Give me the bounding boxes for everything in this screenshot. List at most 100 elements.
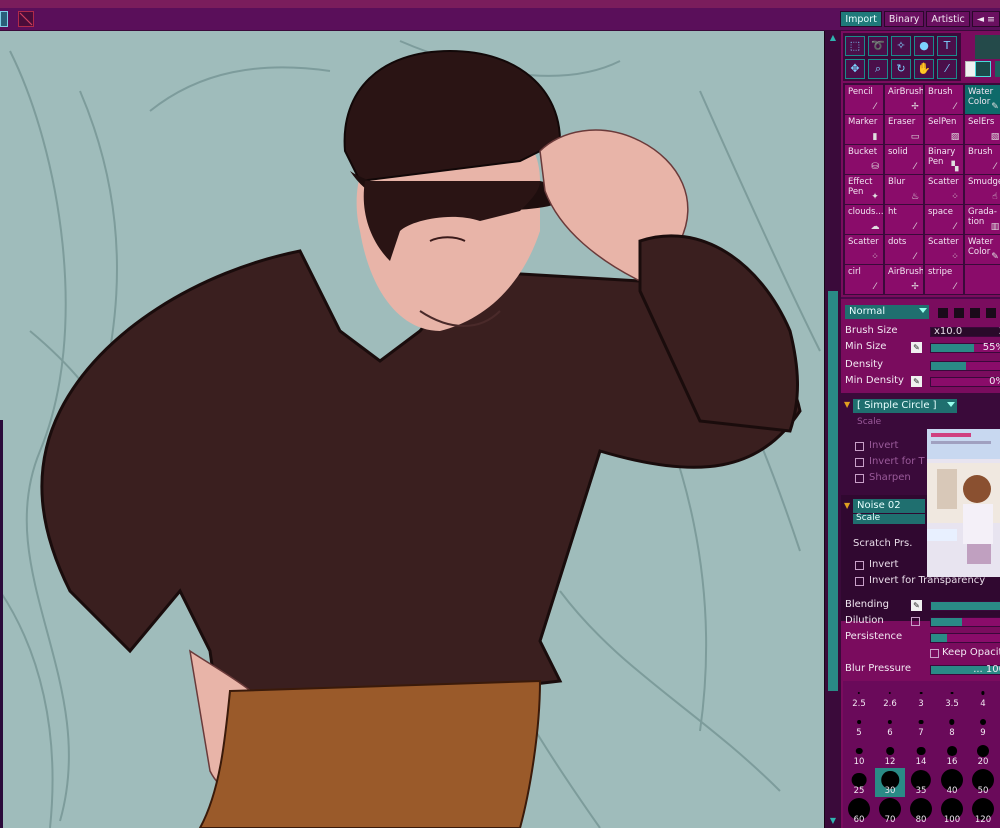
pen-pressure-icon[interactable]: ✎ <box>911 600 922 611</box>
brush-item[interactable]: Blur ♨ <box>885 175 923 204</box>
brush-item[interactable]: cirl ⁄ <box>845 265 883 294</box>
size-preset[interactable]: 5 <box>844 710 874 739</box>
brush-shape-select[interactable]: [ Simple Circle ] <box>853 399 957 413</box>
texture-select[interactable]: Noise 02 <box>853 499 925 513</box>
size-preset[interactable]: 40 <box>937 768 967 797</box>
secondary-color-swatch[interactable] <box>975 61 991 77</box>
size-preset[interactable]: 35 <box>906 768 936 797</box>
eyedropper-icon[interactable]: ⁄ <box>937 59 957 79</box>
tab-menu[interactable]: ◄ ≡ <box>971 11 1000 27</box>
expand-arrow-icon[interactable]: ▼ <box>844 501 850 510</box>
drawing-canvas[interactable] <box>0 31 824 828</box>
brush-item[interactable]: dots ⁄ <box>885 235 923 264</box>
brush-item[interactable]: Smudge ☝ <box>965 175 1000 204</box>
brush-shape-medium-icon[interactable] <box>954 308 964 318</box>
density-slider[interactable] <box>930 361 1000 371</box>
slash-tool-icon[interactable] <box>18 11 34 27</box>
shape-invert-checkbox[interactable] <box>855 442 864 451</box>
pen-pressure-icon[interactable]: ✎ <box>911 376 922 387</box>
tab-import[interactable]: Import <box>840 11 882 27</box>
brush-item[interactable]: Scatter ⁘ <box>845 235 883 264</box>
size-preset[interactable]: 4 <box>968 681 998 710</box>
size-preset[interactable]: 20 <box>968 739 998 768</box>
brush-item[interactable]: Effect Pen ✦ <box>845 175 883 204</box>
size-preset[interactable]: 3.5 <box>937 681 967 710</box>
brush-item[interactable]: Bucket ⛁ <box>845 145 883 174</box>
brush-item[interactable]: Grada-tion ▥ <box>965 205 1000 234</box>
size-preset[interactable]: 60 <box>844 797 874 826</box>
size-preset[interactable]: 3 <box>906 681 936 710</box>
blend-mode-select[interactable]: Normal <box>845 305 929 319</box>
tab-artistic[interactable]: Artistic <box>926 11 970 27</box>
layer-thumb-icon[interactable] <box>0 11 8 27</box>
keep-opacity-checkbox[interactable] <box>930 649 939 658</box>
transparent-color-swatch[interactable] <box>995 61 1000 77</box>
brush-shape-square-icon[interactable] <box>986 308 996 318</box>
brush-item[interactable]: SelPen ▨ <box>925 115 963 144</box>
brush-item[interactable]: space ⁄ <box>925 205 963 234</box>
brush-item[interactable]: SelErs ▧ <box>965 115 1000 144</box>
size-preset[interactable]: 9 <box>968 710 998 739</box>
size-preset[interactable]: 120 <box>968 797 998 826</box>
lasso-icon[interactable]: ➰ <box>868 36 888 56</box>
size-preset[interactable]: 12 <box>875 739 905 768</box>
brush-shape-hard-icon[interactable] <box>970 308 980 318</box>
shape-sharpen-checkbox[interactable] <box>855 474 864 483</box>
brush-item[interactable]: Brush ⁄ <box>965 145 1000 174</box>
size-preset[interactable]: 8 <box>937 710 967 739</box>
size-preset[interactable]: 10 <box>844 739 874 768</box>
size-preset[interactable]: 2.5 <box>844 681 874 710</box>
size-preset[interactable]: 70 <box>875 797 905 826</box>
brush-item[interactable]: Binary Pen ▚ <box>925 145 963 174</box>
tab-binary[interactable]: Binary <box>883 11 925 27</box>
texture-invert-checkbox[interactable] <box>855 561 864 570</box>
brush-shape-soft-icon[interactable] <box>938 308 948 318</box>
scroll-up-icon[interactable]: ▲ <box>828 33 838 43</box>
brush-item[interactable]: clouds... ☁ <box>845 205 883 234</box>
size-preset[interactable]: 16 <box>937 739 967 768</box>
rotate-icon[interactable]: ↻ <box>891 59 911 79</box>
min-size-slider[interactable]: 55% <box>930 343 1000 353</box>
zoom-icon[interactable]: ⌕ <box>868 59 888 79</box>
size-preset[interactable]: 30 <box>875 768 905 797</box>
rect-select-icon[interactable]: ⬚ <box>845 36 865 56</box>
brush-item[interactable]: AirBrush ✢ <box>885 265 923 294</box>
brush-item[interactable]: Scatter ⁘ <box>925 235 963 264</box>
persistence-slider[interactable] <box>930 633 1000 643</box>
brush-size-field[interactable]: x10.0 3 <box>930 327 1000 337</box>
brush-item[interactable]: Pencil ⁄ <box>845 85 883 114</box>
shape-invert-transparency-checkbox[interactable] <box>855 458 864 467</box>
canvas-vertical-scrollbar[interactable]: ▲ ▼ <box>824 31 841 828</box>
brush-item[interactable]: Brush ⁄ <box>925 85 963 114</box>
brush-item[interactable]: Water Color ✎ <box>965 235 1000 264</box>
move-icon[interactable]: ✥ <box>845 59 865 79</box>
brush-item[interactable]: Marker ▮ <box>845 115 883 144</box>
scroll-down-icon[interactable]: ▼ <box>828 816 838 826</box>
brush-item[interactable] <box>965 265 1000 294</box>
size-preset[interactable]: 2.6 <box>875 681 905 710</box>
brush-item[interactable]: solid ⁄ <box>885 145 923 174</box>
size-preset[interactable]: 50 <box>968 768 998 797</box>
size-preset[interactable]: 6 <box>875 710 905 739</box>
brush-item[interactable]: Water Color ✎ <box>965 85 1000 114</box>
texture-scale-slider[interactable]: Scale <box>853 513 925 524</box>
dilution-pressure-checkbox[interactable] <box>911 617 920 626</box>
size-preset[interactable]: 100 <box>937 797 967 826</box>
blur-pressure-slider[interactable]: ... 100 <box>930 665 1000 675</box>
select-pen-icon[interactable]: ● <box>914 36 934 56</box>
magic-wand-icon[interactable]: ✧ <box>891 36 911 56</box>
size-preset[interactable]: 14 <box>906 739 936 768</box>
scrollbar-thumb[interactable] <box>828 291 838 691</box>
min-density-slider[interactable]: 0% <box>930 377 1000 387</box>
brush-item[interactable]: AirBrush ✢ <box>885 85 923 114</box>
brush-item[interactable]: Scatter ⁘ <box>925 175 963 204</box>
hand-icon[interactable]: ✋ <box>914 59 934 79</box>
size-preset[interactable]: 7 <box>906 710 936 739</box>
brush-item[interactable]: ht ⁄ <box>885 205 923 234</box>
pen-pressure-icon[interactable]: ✎ <box>911 342 922 353</box>
expand-arrow-icon[interactable]: ▼ <box>844 400 850 409</box>
dilution-slider[interactable] <box>930 617 1000 627</box>
size-preset[interactable]: 25 <box>844 768 874 797</box>
size-preset[interactable]: 80 <box>906 797 936 826</box>
current-color-swatch[interactable] <box>975 35 1000 59</box>
